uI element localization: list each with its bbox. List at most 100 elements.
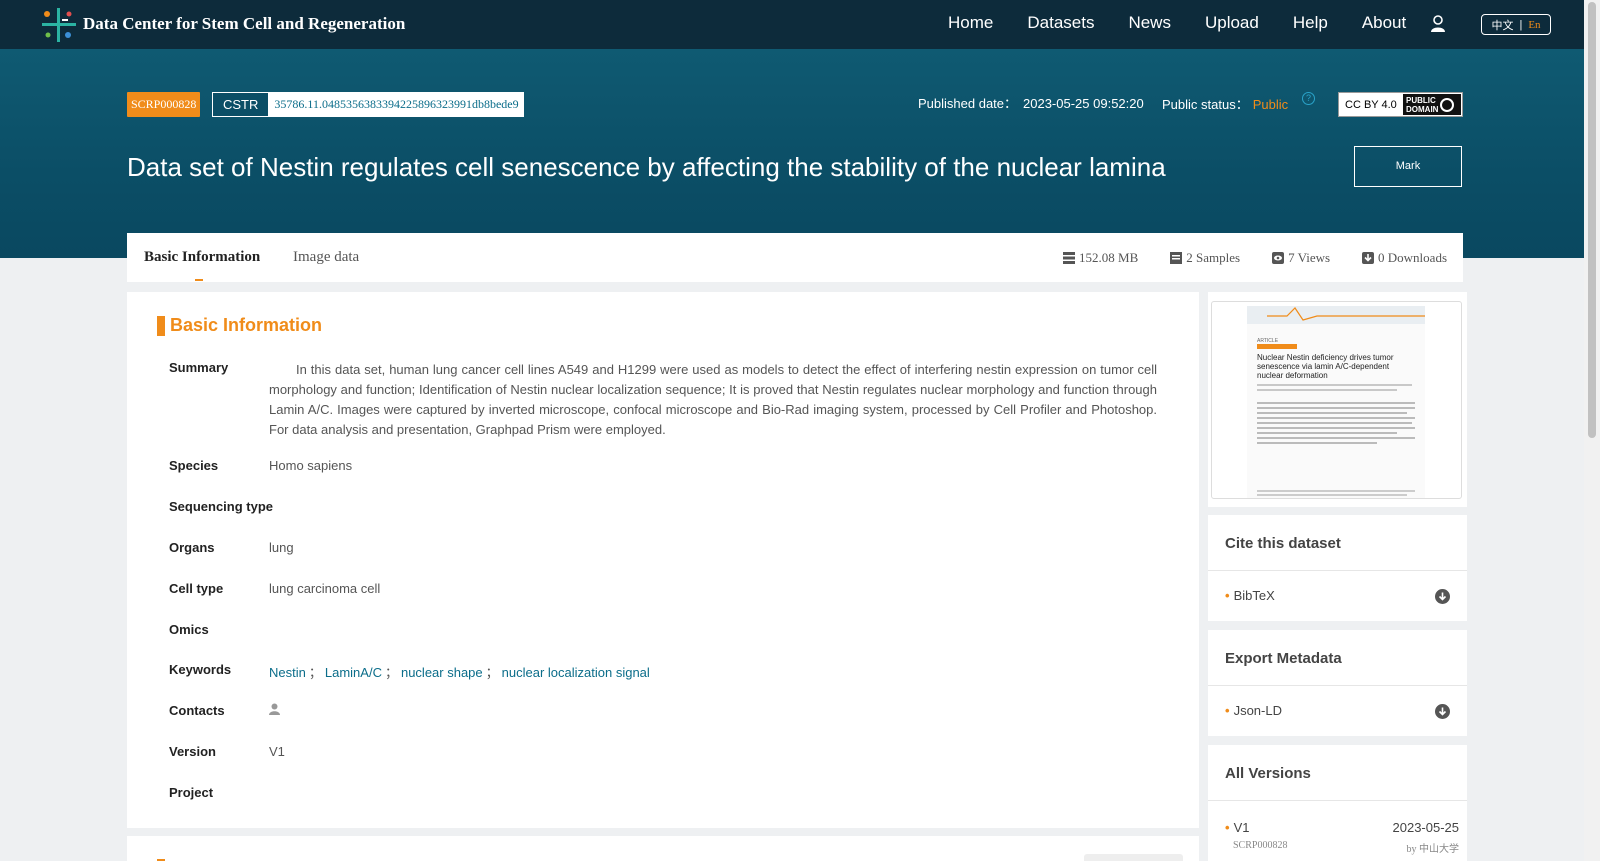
published-label: Published date： <box>918 96 1018 111</box>
license-badge[interactable]: CC BY 4.0 PUBLIC DOMAIN <box>1338 92 1463 117</box>
version-item-org: by 中山大学 <box>1406 844 1460 855</box>
divider <box>1208 800 1467 801</box>
cite-title: Cite this dataset <box>1225 535 1341 552</box>
pd-line-2: DOMAIN <box>1406 104 1439 114</box>
bibtex-item[interactable]: • BibTeX <box>1225 588 1275 603</box>
keywords-list: Nestin； LaminA/C； nuclear shape； nuclear lo… <box>269 662 650 681</box>
dataset-stats: 152.08 MB 2 Samples 7 Views 0 Downloads <box>1063 250 1447 266</box>
help-question-icon[interactable]: ? <box>1302 92 1315 105</box>
stat-downloads-value: 0 Downloads <box>1378 250 1447 265</box>
version-label: Version <box>169 744 216 759</box>
divider <box>1208 685 1467 686</box>
keyword-separator: ； <box>485 665 499 680</box>
download-icon <box>1362 252 1375 264</box>
celltype-label: Cell type <box>169 581 224 596</box>
contacts-label: Contacts <box>169 703 225 718</box>
language-switch[interactable]: 中文 | En <box>1481 14 1551 35</box>
user-icon[interactable] <box>1430 15 1446 33</box>
versions-title: All Versions <box>1225 765 1311 782</box>
active-tab-indicator <box>195 279 203 281</box>
omics-label: Omics <box>169 622 209 637</box>
logo-icon[interactable] <box>40 8 76 42</box>
tab-image-data[interactable]: Image data <box>293 249 359 266</box>
nav-upload[interactable]: Upload <box>1205 13 1259 33</box>
section-bar <box>157 315 165 336</box>
version-value: V1 <box>269 744 285 759</box>
lang-en[interactable]: En <box>1528 19 1540 31</box>
summary-label: Summary <box>169 360 229 375</box>
dataset-title: Data set of Nestin regulates cell senesc… <box>127 152 1166 182</box>
nav-datasets[interactable]: Datasets <box>1027 13 1094 33</box>
stat-views: 7 Views <box>1272 250 1330 266</box>
keyword-link[interactable]: nuclear localization signal <box>502 665 650 680</box>
cstr-label: CSTR <box>213 93 269 116</box>
database-icon <box>1063 252 1076 264</box>
organs-value: lung <box>269 540 294 555</box>
paper-thumbnail[interactable]: ARTICLE Nuclear Nestin deficiency drives… <box>1211 301 1462 499</box>
celltype-value: lung carcinoma cell <box>269 581 381 596</box>
lang-separator: | <box>1519 18 1523 31</box>
scrollbar-thumb[interactable] <box>1588 2 1596 438</box>
section-title: Basic Information <box>170 315 323 335</box>
pd-line-1: PUBLIC <box>1406 95 1436 105</box>
cstr-value[interactable]: 35786.11.0485356383394225896323991db8bed… <box>268 93 522 116</box>
samples-icon <box>1170 252 1183 264</box>
contact-person-icon[interactable] <box>269 703 280 715</box>
lang-zh[interactable]: 中文 <box>1491 17 1513 33</box>
published-date: Published date： 2023-05-25 09:52:20 <box>918 93 1144 112</box>
paper-title: Nuclear Nestin deficiency drives tumor s… <box>1257 353 1394 380</box>
keyword-link[interactable]: LaminA/C <box>325 665 382 680</box>
public-domain-badge: PUBLIC DOMAIN <box>1403 94 1461 115</box>
project-label: Project <box>169 785 214 800</box>
tab-basic-information[interactable]: Basic Information <box>144 249 260 266</box>
species-label: Species <box>169 458 219 473</box>
keyword-link[interactable]: nuclear shape <box>401 665 483 680</box>
export-title: Export Metadata <box>1225 650 1342 667</box>
stat-downloads: 0 Downloads <box>1362 250 1447 266</box>
organs-label: Organs <box>169 540 215 555</box>
dataset-id-badge: SCRP000828 <box>127 92 201 117</box>
sequencing-label: Sequencing type <box>169 499 274 514</box>
version-item[interactable]: • V1 <box>1225 820 1249 835</box>
stat-samples-value: 2 Samples <box>1186 250 1241 265</box>
status-value: Public <box>1252 97 1289 112</box>
stat-size-value: 152.08 MB <box>1079 250 1139 265</box>
section-header: Basic Information <box>157 315 322 336</box>
top-navbar: Data Center for Stem Cell and Regenerati… <box>0 0 1584 49</box>
download-circle-icon[interactable] <box>1435 589 1450 604</box>
export-metadata-card: Export Metadata • Json-LD <box>1208 630 1467 736</box>
keyword-separator: ； <box>384 665 398 680</box>
nav-about[interactable]: About <box>1362 13 1406 33</box>
stat-size: 152.08 MB <box>1063 250 1138 266</box>
eye-icon <box>1272 252 1285 264</box>
stat-views-value: 7 Views <box>1288 250 1331 265</box>
json-ld-label: Json-LD <box>1233 703 1282 718</box>
divider <box>1208 570 1467 571</box>
json-ld-item[interactable]: • Json-LD <box>1225 703 1282 718</box>
version-item-id: SCRP000828 <box>1233 840 1288 851</box>
keyword-separator: ； <box>308 665 322 680</box>
keyword-link[interactable]: Nestin <box>269 665 306 680</box>
download-circle-icon[interactable] <box>1435 704 1450 719</box>
status-label: Public status： <box>1162 97 1249 112</box>
stat-samples: 2 Samples <box>1170 250 1240 266</box>
brand-title[interactable]: Data Center for Stem Cell and Regenerati… <box>83 14 405 34</box>
mark-button[interactable]: Mark <box>1354 146 1462 187</box>
cstr-badge[interactable]: CSTR 35786.11.0485356383394225896323991d… <box>212 92 524 117</box>
nav-home[interactable]: Home <box>948 13 993 33</box>
next-section-panel <box>127 836 1199 861</box>
keywords-label: Keywords <box>169 662 232 677</box>
public-domain-icon <box>1440 97 1455 112</box>
all-versions-card: All Versions • V1 2023-05-25 SCRP000828 b… <box>1208 745 1467 861</box>
license-cc: CC BY 4.0 <box>1345 98 1397 111</box>
page-scrollbar[interactable] <box>1584 0 1600 861</box>
section-action-button[interactable] <box>1084 854 1183 861</box>
nav-help[interactable]: Help <box>1293 13 1328 33</box>
published-value: 2023-05-25 09:52:20 <box>1023 96 1144 111</box>
cite-dataset-card: Cite this dataset • BibTeX <box>1208 515 1467 621</box>
version-item-date: 2023-05-25 <box>1392 820 1460 835</box>
nav-news[interactable]: News <box>1128 13 1171 33</box>
species-value: Homo sapiens <box>269 458 353 473</box>
tab-bar: Basic Information Image data 152.08 MB 2… <box>127 233 1463 282</box>
paper-kicker: ARTICLE <box>1257 338 1279 344</box>
